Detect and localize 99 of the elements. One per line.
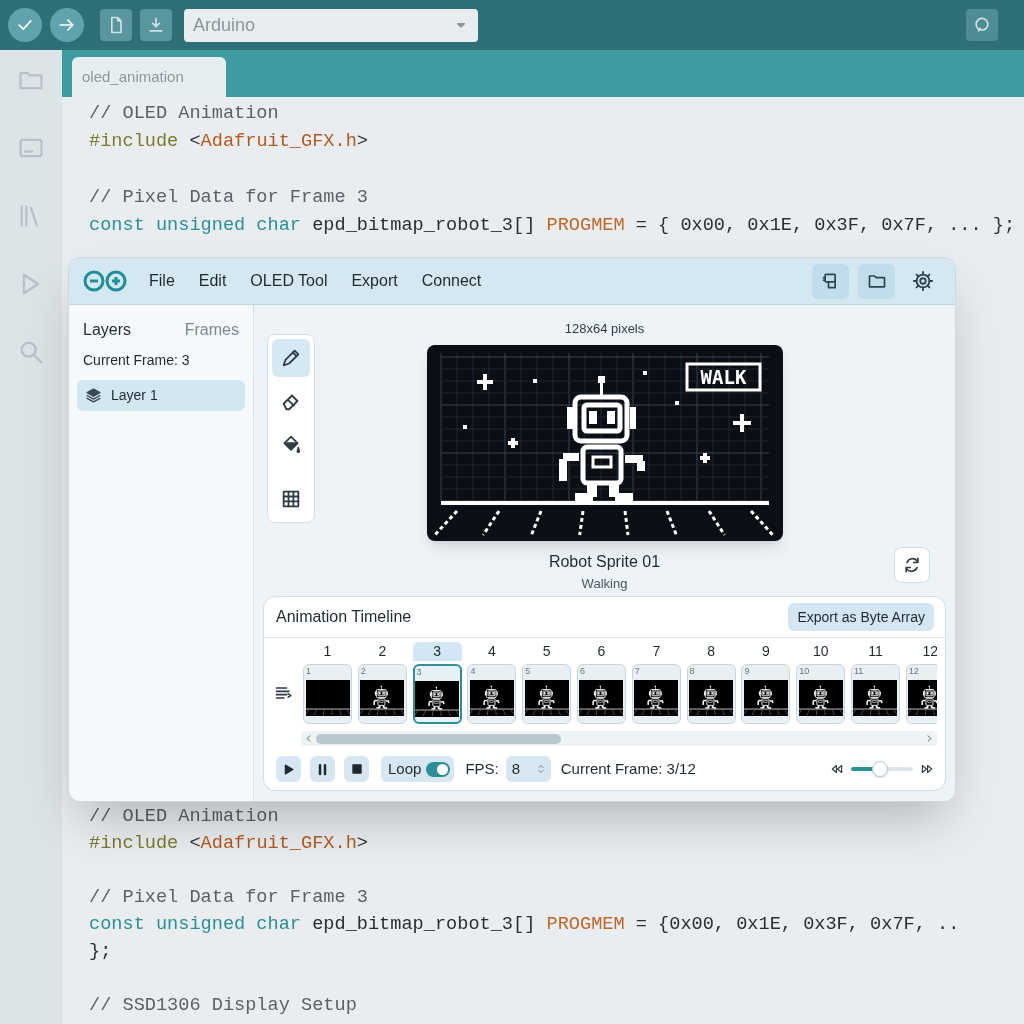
refresh-button[interactable] <box>894 547 930 583</box>
frame-corner-label: 10 <box>798 665 811 678</box>
code-line: // Pixel Data for Frame 3 <box>89 886 368 910</box>
code-line: // OLED Animation <box>89 805 279 829</box>
sparkle-icon <box>732 413 751 432</box>
menu-item[interactable]: Edit <box>188 269 237 293</box>
frame-number: 6 <box>596 642 607 661</box>
frame-thumbnail[interactable]: 1 <box>303 664 352 724</box>
frame-corner-label: 12 <box>907 665 920 678</box>
frame-number: 10 <box>811 642 830 661</box>
sparkle-icon <box>699 452 710 463</box>
current-frame-label: Current Frame: 3 <box>82 351 191 370</box>
sparkle-icon <box>476 373 493 390</box>
frame-corner-label: 7 <box>633 665 641 678</box>
frame-thumbnail[interactable]: 8 <box>686 664 736 724</box>
frame-thumbnail[interactable]: 4 <box>467 664 517 724</box>
frame-thumbnail[interactable]: 9 <box>741 664 791 724</box>
sprite-title: Robot Sprite 01 <box>548 551 661 572</box>
frame-thumbnail[interactable]: 12 <box>905 664 937 724</box>
editor-tab[interactable]: oled_animation <box>72 57 226 97</box>
loop-label: Loop <box>388 758 422 779</box>
code-line: // OLED Animation <box>89 102 279 126</box>
frame-number: 12 <box>921 642 937 661</box>
frame-number: 9 <box>760 642 771 661</box>
rewind-icon <box>830 762 844 776</box>
frame-thumbnail[interactable]: 3 <box>412 664 462 724</box>
frame-number: 11 <box>867 642 884 661</box>
new-file-button[interactable] <box>100 9 132 41</box>
frame-corner-label: 9 <box>743 665 751 678</box>
upload-button[interactable] <box>50 8 84 42</box>
frame-corner-label: 4 <box>469 665 477 678</box>
pencil-icon <box>280 347 302 369</box>
frame-number: 2 <box>377 642 388 661</box>
frame-thumbnail[interactable]: 2 <box>357 664 407 724</box>
frame-thumbnail[interactable]: 5 <box>522 664 572 724</box>
layers-icon <box>85 387 102 404</box>
menu-item[interactable]: File <box>139 269 185 293</box>
pencil-tool-button[interactable] <box>272 339 310 377</box>
frame-thumbnail[interactable]: 11 <box>850 664 900 724</box>
verify-button[interactable] <box>8 8 42 42</box>
menu-item[interactable]: OLED Tool <box>240 269 338 293</box>
slider-thumb[interactable] <box>872 761 889 777</box>
frame-corner-label: 5 <box>524 665 532 678</box>
timeline-title: Animation Timeline <box>276 607 412 627</box>
download-icon <box>146 15 166 35</box>
serial-monitor-button[interactable] <box>966 9 998 41</box>
fast-forward-icon <box>920 762 934 776</box>
play-button[interactable] <box>276 756 301 782</box>
frame-number: 7 <box>651 642 662 661</box>
code-line: // SSD1306 Display Setup <box>89 994 357 1018</box>
toolbar-button[interactable] <box>858 263 895 299</box>
code-line: const unsigned char epd_bitmap_robot_3[] PROGMEM = {0x00, 0x1E, 0x3F, 0x7F, .. <box>89 913 960 937</box>
frame-thumbnail[interactable]: 7 <box>631 664 681 724</box>
frame-thumbnail[interactable]: 6 <box>577 664 626 724</box>
logo-icon <box>82 269 128 293</box>
sidebar-tab[interactable]: Frames <box>184 318 239 342</box>
frame-number: 3 <box>412 642 462 661</box>
loop-toggle[interactable] <box>426 761 451 777</box>
scrollbar[interactable] <box>301 731 937 746</box>
code-line: // Pixel Data for Frame 3 <box>89 186 368 210</box>
frame-corner-label: 1 <box>305 665 312 678</box>
speed-slider[interactable] <box>851 761 913 777</box>
code-line: #include <Adafruit_GFX.h> <box>89 130 368 154</box>
frame-number: 4 <box>487 642 497 661</box>
menu-item[interactable]: Connect <box>411 269 492 293</box>
frame-number: 1 <box>322 642 333 661</box>
refresh-icon <box>902 555 922 575</box>
save-button[interactable] <box>140 9 172 41</box>
frame-corner-label: 3 <box>415 666 423 679</box>
toolbar-button[interactable] <box>812 263 849 299</box>
code-line: }; <box>89 940 112 964</box>
fps-label: FPS: <box>465 758 499 779</box>
sidebar-tab[interactable]: Layers <box>83 318 132 342</box>
board-dropdown[interactable]: Arduino <box>184 8 478 42</box>
chat-icon <box>972 15 992 35</box>
stop-button[interactable] <box>344 756 369 782</box>
sparkle-icon <box>507 437 518 448</box>
oled-display[interactable]: WALK <box>426 344 783 541</box>
frame-number: 8 <box>706 642 716 661</box>
grid-icon <box>280 488 302 510</box>
frame-corner-label: 2 <box>359 665 367 678</box>
fps-stepper[interactable]: 8 <box>505 756 551 782</box>
code-line: #include <Adafruit_GFX.h> <box>89 832 368 856</box>
menu-item[interactable]: Export <box>341 269 408 293</box>
current-frame-counter: Current Frame: 3/12 <box>560 758 696 779</box>
frame-corner-label: 8 <box>688 665 696 678</box>
pause-button[interactable] <box>310 756 335 782</box>
layer-item[interactable]: Layer 1 <box>77 380 245 411</box>
settings-icon <box>911 270 934 292</box>
stop-icon <box>349 762 364 776</box>
frame-corner-label: 11 <box>852 665 865 678</box>
walk-sign: WALK <box>685 362 761 391</box>
frame-corner-label: 6 <box>579 665 586 678</box>
sprite-subtitle: Walking <box>581 574 628 593</box>
code-line: const unsigned char epd_bitmap_robot_3[] PROGMEM = { 0x00, 0x1E, 0x3F, 0x7F, ... }; <box>89 214 1016 238</box>
frame-number: 5 <box>541 642 552 661</box>
frame-thumbnail[interactable]: 10 <box>796 664 846 724</box>
canvas-size-label: 128x64 pixels <box>564 320 645 338</box>
export-button[interactable]: Export as Byte Array <box>788 603 934 631</box>
